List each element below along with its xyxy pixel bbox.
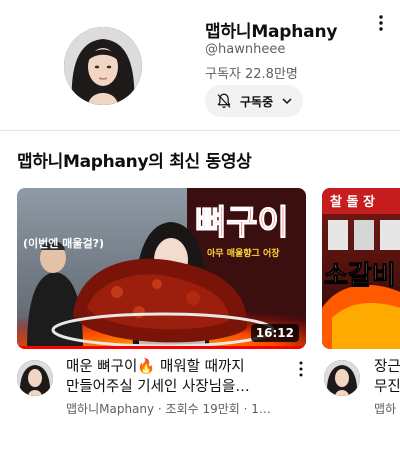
channel-header: 맵하니Maphany @hawnheee 구독자 22.8만명 구독중 [0, 0, 400, 130]
channel-avatar[interactable] [64, 27, 142, 105]
channel-name: 맵하니Maphany [205, 22, 338, 42]
video-thumbnail[interactable]: 찰 돌 장 소갈비 [322, 188, 400, 349]
video-thumbnail[interactable]: (이번엔 매울걸?) 뼈구이 아무 매울향그 어장 16:12 [17, 188, 306, 349]
video-title-line: 만들어주실 기세인 사장님을… [66, 379, 250, 395]
more-vertical-icon[interactable] [372, 13, 390, 33]
avatar-photo [324, 360, 360, 396]
video-metadata: 맵하니Maphany · 조회수 19만회 · 1… [66, 402, 271, 416]
video-channel-avatar[interactable] [324, 360, 360, 396]
section-title: 맵하니Maphany의 최신 동영상 [17, 152, 252, 172]
video-title-line: 장근 [374, 359, 400, 375]
video-channel-avatar[interactable] [17, 360, 53, 396]
avatar-photo [64, 27, 142, 105]
more-vertical-icon[interactable] [296, 360, 306, 378]
video-title-line: 매운 뼈구이🔥 매워할 때까지 [66, 359, 245, 375]
channel-handle: @hawnheee [205, 42, 286, 57]
video-title[interactable]: 매운 뼈구이🔥 매워할 때까지 만들어주실 기세인 사장님을… [66, 357, 292, 397]
bell-off-icon [217, 93, 231, 108]
subscriber-count: 구독자 22.8만명 [205, 67, 298, 82]
svg-text:찰 돌 장: 찰 돌 장 [330, 194, 375, 210]
chevron-down-icon [282, 98, 292, 105]
svg-text:뼈구이: 뼈구이 [195, 203, 289, 243]
subscribed-button[interactable]: 구독중 [205, 85, 303, 117]
subscribe-label: 구독중 [240, 94, 274, 109]
video-metadata: 맵하 [374, 402, 397, 416]
svg-text:소갈비: 소갈비 [324, 261, 396, 291]
video-title-line: 무진 [374, 379, 400, 395]
video-duration: 16:12 [250, 324, 299, 342]
watch-progress [17, 346, 306, 349]
svg-text:(이번엔 매울걸?): (이번엔 매울걸?) [23, 236, 104, 250]
avatar-photo [17, 360, 53, 396]
thumbnail-image: 찰 돌 장 소갈비 [322, 188, 400, 349]
video-title[interactable]: 장근 무진 [374, 357, 400, 397]
svg-text:아무 매울향그 어장: 아무 매울향그 어장 [207, 247, 280, 259]
section-divider [0, 130, 400, 131]
